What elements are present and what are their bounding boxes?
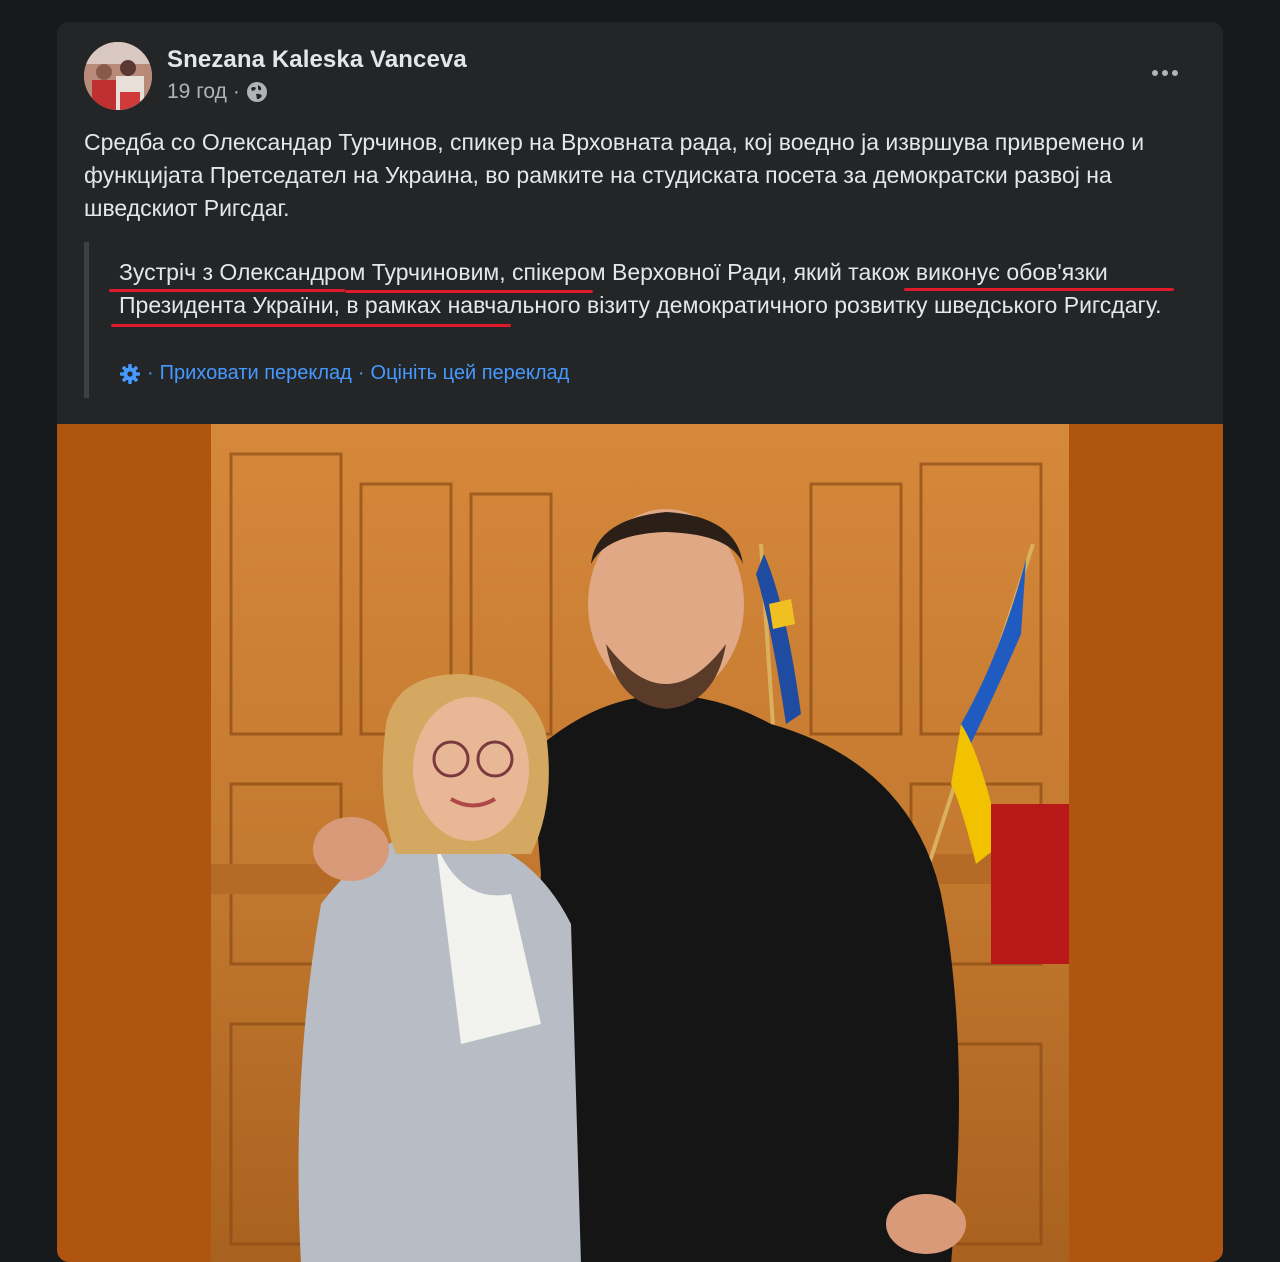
more-options-button[interactable] bbox=[1147, 60, 1183, 86]
more-dots-icon bbox=[1152, 70, 1158, 76]
photo-image bbox=[211, 424, 1069, 1262]
highlight-underline bbox=[111, 324, 511, 327]
highlight-underline bbox=[109, 289, 345, 292]
highlight-underline bbox=[345, 290, 593, 293]
hide-translation-link[interactable]: Приховати переклад bbox=[160, 362, 352, 385]
actions-separator: · bbox=[147, 362, 154, 384]
actions-separator: · bbox=[357, 362, 365, 384]
author-avatar[interactable] bbox=[84, 42, 152, 110]
post-photo-container[interactable] bbox=[57, 424, 1223, 1262]
highlight-underline bbox=[904, 288, 1174, 291]
meta-separator: · bbox=[232, 80, 240, 103]
facebook-post: Snezana Kaleska Vanceva 19 год · Средба … bbox=[57, 22, 1223, 1262]
post-time[interactable]: 19 год bbox=[167, 80, 227, 104]
translation-actions: · Приховати переклад · Оцініть цей перек… bbox=[119, 362, 569, 385]
gear-icon[interactable] bbox=[119, 363, 141, 385]
author-name[interactable]: Snezana Kaleska Vanceva bbox=[167, 46, 467, 74]
post-text: Средба со Олександар Турчинов, спикер на… bbox=[84, 129, 1145, 221]
globe-icon[interactable] bbox=[246, 81, 268, 103]
translation-block: Зустріч з Олександром Турчиновим, спікер… bbox=[84, 242, 1209, 398]
avatar-image bbox=[84, 42, 152, 110]
post-photo[interactable] bbox=[211, 424, 1069, 1262]
post-meta: 19 год · bbox=[167, 80, 268, 104]
rate-translation-link[interactable]: Оцініть цей переклад bbox=[371, 362, 570, 385]
